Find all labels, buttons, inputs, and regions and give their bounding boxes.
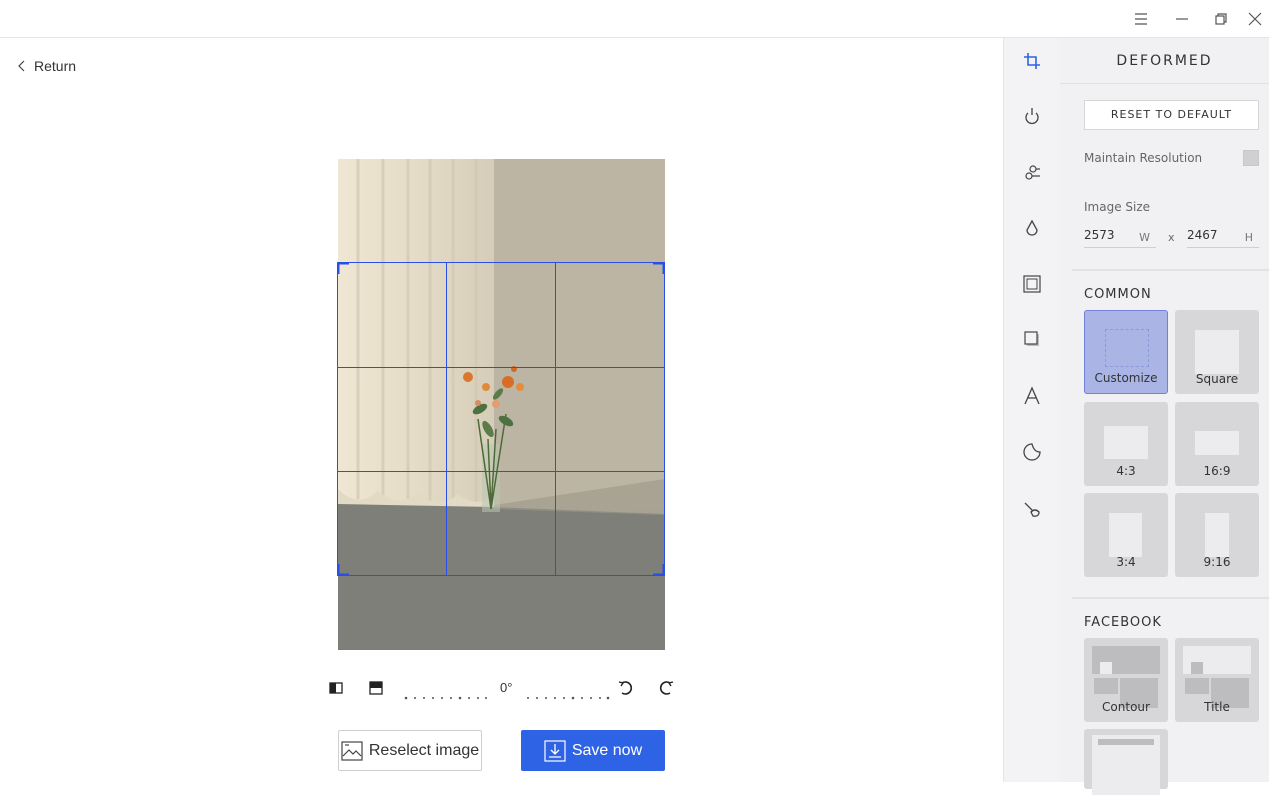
reset-to-default-button[interactable]: RESET TO DEFAULT xyxy=(1084,100,1259,130)
tile-contour[interactable]: Contour xyxy=(1084,638,1168,722)
customize-dashed-icon xyxy=(1105,329,1149,367)
width-value: 2573 xyxy=(1084,228,1115,242)
title-block-shape xyxy=(1185,678,1209,694)
tile-customize[interactable]: Customize xyxy=(1084,310,1168,394)
restore-icon[interactable] xyxy=(1210,8,1232,30)
ratio-4-3-shape-icon xyxy=(1104,426,1148,459)
tile-label: Customize xyxy=(1094,371,1158,385)
return-button[interactable]: Return xyxy=(18,58,76,74)
times-label: x xyxy=(1168,231,1175,244)
divider xyxy=(1072,597,1269,599)
crop-handle-bottom-right[interactable] xyxy=(653,564,666,577)
tile-label: 3:4 xyxy=(1116,555,1136,569)
height-field[interactable]: 2467 H xyxy=(1187,226,1259,248)
adjust-icon[interactable] xyxy=(1021,161,1043,183)
crop-frame[interactable] xyxy=(336,261,666,577)
tile-label: 4:3 xyxy=(1116,464,1136,478)
image-icon xyxy=(341,740,363,761)
rotation-value: 0° xyxy=(500,680,513,695)
facebook-section-title: FACEBOOK xyxy=(1084,615,1162,630)
rotation-slider-left[interactable] xyxy=(404,687,488,700)
ratio-16-9-shape-icon xyxy=(1195,431,1239,455)
more-bar-shape xyxy=(1098,739,1154,745)
common-section-title: COMMON xyxy=(1084,287,1152,302)
contour-avatar-shape xyxy=(1100,662,1112,674)
tile-label: Contour xyxy=(1102,700,1150,714)
sticker-icon[interactable] xyxy=(1021,441,1043,463)
download-icon xyxy=(544,739,566,762)
reselect-image-button[interactable]: Reselect image xyxy=(338,730,482,771)
crop-handle-bottom-left[interactable] xyxy=(336,564,349,577)
tile-label: Title xyxy=(1204,700,1230,714)
drop-icon[interactable] xyxy=(1021,218,1043,240)
save-now-button[interactable]: Save now xyxy=(521,730,665,771)
tile-4-3[interactable]: 4:3 xyxy=(1084,402,1168,486)
close-icon[interactable] xyxy=(1244,8,1266,30)
tile-title[interactable]: Title xyxy=(1175,638,1259,722)
maintain-resolution-checkbox[interactable] xyxy=(1243,150,1259,166)
brush-icon[interactable] xyxy=(1021,498,1043,520)
tile-label: 16:9 xyxy=(1203,464,1231,478)
square-shape-icon xyxy=(1195,330,1239,374)
deformed-panel: DEFORMED RESET TO DEFAULT Maintain Resol… xyxy=(1060,38,1269,795)
crop-handle-top-left[interactable] xyxy=(336,261,349,274)
rotation-slider-right[interactable] xyxy=(526,687,610,700)
crop-handle-top-right[interactable] xyxy=(653,261,666,274)
return-label: Return xyxy=(34,58,77,74)
height-value: 2467 xyxy=(1187,228,1218,242)
transform-toolbar: 0° xyxy=(328,678,678,700)
ratio-3-4-shape-icon xyxy=(1109,513,1142,557)
crop-icon[interactable] xyxy=(1021,50,1043,72)
rotate-left-icon[interactable] xyxy=(618,680,634,696)
panel-title: DEFORMED xyxy=(1060,38,1269,84)
tool-sidebar xyxy=(1003,38,1060,782)
tile-facebook-more[interactable] xyxy=(1084,729,1168,795)
tile-9-16[interactable]: 9:16 xyxy=(1175,493,1259,577)
ratio-9-16-shape-icon xyxy=(1205,513,1229,557)
minimize-icon[interactable] xyxy=(1171,8,1193,30)
divider xyxy=(1072,269,1269,271)
editor-area: Return 0° Reselect image Save now xyxy=(0,38,1003,782)
shadow-icon[interactable] xyxy=(1021,328,1043,350)
flip-vertical-icon[interactable] xyxy=(368,681,384,695)
bulb-icon[interactable] xyxy=(1021,105,1043,127)
save-now-label: Save now xyxy=(571,741,643,759)
maintain-resolution-label: Maintain Resolution xyxy=(1084,151,1203,165)
tile-3-4[interactable]: 3:4 xyxy=(1084,493,1168,577)
reselect-image-label: Reselect image xyxy=(368,741,480,759)
width-unit: W xyxy=(1139,231,1150,244)
tile-square[interactable]: Square xyxy=(1175,310,1259,394)
title-avatar-shape xyxy=(1191,662,1203,674)
image-size-label: Image Size xyxy=(1084,200,1151,214)
contour-block-shape xyxy=(1094,678,1118,694)
hamburger-icon[interactable] xyxy=(1130,8,1152,30)
text-icon[interactable] xyxy=(1021,385,1043,407)
tile-label: 9:16 xyxy=(1203,555,1231,569)
rotate-right-icon[interactable] xyxy=(658,680,674,696)
tile-label: Square xyxy=(1195,372,1239,386)
chevron-left-icon xyxy=(18,60,25,72)
width-field[interactable]: 2573 W xyxy=(1084,226,1156,248)
flip-horizontal-icon[interactable] xyxy=(328,681,344,695)
frame-icon[interactable] xyxy=(1021,273,1043,295)
title-bar xyxy=(0,0,1269,38)
tile-16-9[interactable]: 16:9 xyxy=(1175,402,1259,486)
height-unit: H xyxy=(1244,231,1253,244)
